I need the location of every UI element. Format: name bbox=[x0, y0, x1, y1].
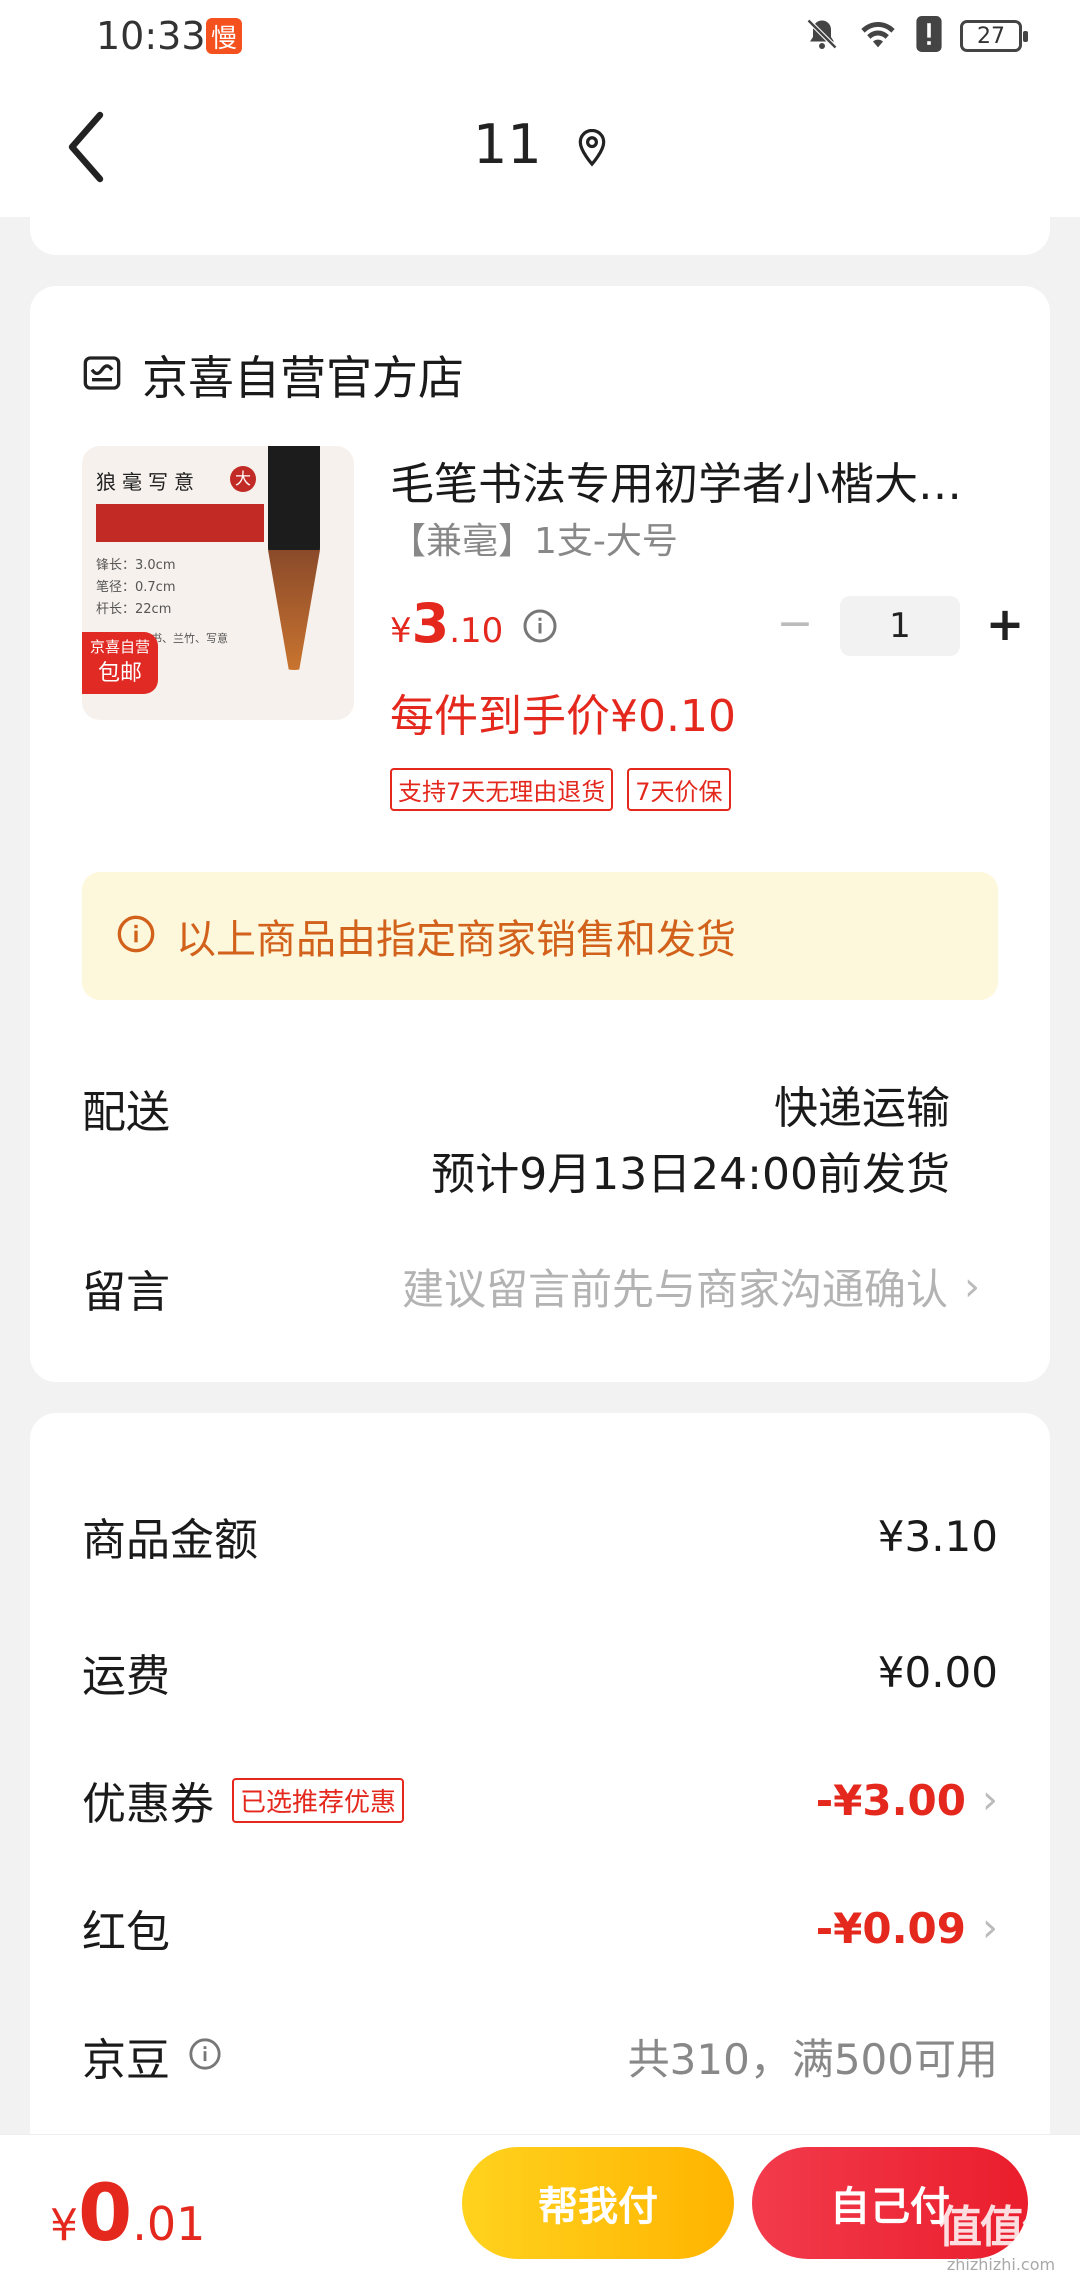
goods-amount-value: ¥3.10 bbox=[877, 1511, 998, 1561]
shop-order-card: 京喜自营官方店 狼毫写意 大 锋长：3.0cm 笔径：0.7cm 杆长：22cm… bbox=[30, 286, 1050, 1382]
status-time: 10:33 bbox=[96, 14, 206, 58]
coupon-recommend-tag: 已选推荐优惠 bbox=[232, 1777, 405, 1823]
free-shipping-badge: 京喜自营 包邮 bbox=[82, 632, 158, 694]
message-placeholder: 建议留言前先与商家沟通确认 bbox=[401, 1265, 948, 1314]
badge-line2: 包邮 bbox=[97, 661, 142, 686]
redpacket-value-group: -¥0.09 › bbox=[816, 1904, 998, 1953]
checkout-bar: ¥ 0 .01 帮我付 自己付 值值值 zhizhizhi.com bbox=[0, 2134, 1080, 2280]
coupon-value-group: -¥3.00 › bbox=[816, 1776, 998, 1825]
fee-summary-card: 商品金额 ¥3.10 运费 ¥0.00 优惠券 已选推荐优惠 -¥3.00 › … bbox=[30, 1413, 1050, 2173]
thumb-spec-3: 杆长：22cm bbox=[96, 602, 172, 617]
badge-line1: 京喜自营 bbox=[89, 638, 150, 656]
notice-text: 以上商品由指定商家销售和发货 bbox=[176, 917, 736, 963]
thumb-rating-strip bbox=[96, 504, 264, 542]
shipping-row: 运费 ¥0.00 bbox=[82, 1637, 998, 1707]
thumb-spec-2: 笔径：0.7cm bbox=[96, 580, 176, 595]
decrease-button[interactable]: − bbox=[760, 596, 830, 656]
chevron-right-icon: › bbox=[982, 1777, 998, 1823]
info-icon bbox=[116, 914, 156, 958]
shop-name: 京喜自营官方店 bbox=[142, 351, 464, 405]
unit-final-price: 每件到手价¥0.10 bbox=[390, 691, 736, 742]
price-info-icon[interactable] bbox=[522, 608, 558, 648]
coupon-row[interactable]: 优惠券 已选推荐优惠 -¥3.00 › bbox=[82, 1765, 998, 1835]
redpacket-value: -¥0.09 bbox=[815, 1903, 966, 1953]
top-nav: 11 bbox=[0, 75, 1080, 217]
goods-amount-label: 商品金额 bbox=[82, 1515, 258, 1566]
quantity-field[interactable]: 1 bbox=[840, 596, 960, 656]
price-decimal: .10 bbox=[449, 611, 504, 651]
shipping-value: ¥0.00 bbox=[877, 1647, 998, 1697]
status-bar: 10:33 慢 27 bbox=[0, 0, 1080, 75]
total-decimal: .01 bbox=[132, 2197, 206, 2251]
quantity-stepper: − 1 + bbox=[760, 596, 1040, 656]
jingdou-info-icon[interactable] bbox=[188, 2031, 222, 2082]
thumb-size-badge: 大 bbox=[230, 466, 256, 492]
jingdou-label: 京豆 bbox=[82, 2035, 170, 2086]
price-integer: 3 bbox=[411, 592, 450, 655]
chevron-right-icon: › bbox=[982, 1905, 998, 1951]
wifi-icon bbox=[858, 16, 898, 56]
product-spec[interactable]: 【兼毫】1支-大号 bbox=[390, 512, 678, 564]
total-price: ¥ 0 .01 bbox=[50, 2169, 205, 2259]
shipping-label: 运费 bbox=[82, 1651, 170, 1702]
address-title[interactable]: 11 bbox=[0, 113, 1080, 180]
message-input[interactable]: 建议留言前先与商家沟通确认 › bbox=[402, 1256, 980, 1317]
status-icons: 27 bbox=[804, 16, 1028, 56]
battery-icon: 27 bbox=[960, 20, 1028, 52]
thumb-title: 狼毫写意 bbox=[96, 470, 200, 494]
increase-button[interactable]: + bbox=[970, 596, 1040, 656]
alert-icon bbox=[916, 16, 942, 56]
total-symbol: ¥ bbox=[50, 2200, 78, 2251]
product-price: ¥ 3 .10 bbox=[390, 592, 503, 655]
shop-icon bbox=[82, 353, 122, 397]
jingdou-label-group: 京豆 bbox=[82, 2024, 222, 2088]
brush-tip bbox=[268, 550, 320, 670]
price-protect-tag: 7天价保 bbox=[627, 768, 731, 811]
return-policy-tag: 支持7天无理由退货 bbox=[390, 768, 614, 811]
total-integer: 0 bbox=[78, 2169, 133, 2259]
coupon-label-group: 优惠券 已选推荐优惠 bbox=[82, 1768, 405, 1832]
delivery-eta: 预计9月13日24:00前发货 bbox=[431, 1149, 950, 1200]
thumb-spec-1: 锋长：3.0cm bbox=[96, 558, 176, 573]
product-title[interactable]: 毛笔书法专用初学者小楷大楷狼毫写意 bbox=[390, 448, 990, 512]
product-image[interactable]: 狼毫写意 大 锋长：3.0cm 笔径：0.7cm 杆长：22cm 宜行楷、行书、… bbox=[82, 446, 354, 720]
shop-header[interactable]: 京喜自营官方店 bbox=[82, 342, 464, 408]
chevron-right-icon: › bbox=[964, 1263, 980, 1310]
brush-handle bbox=[268, 446, 320, 556]
redpacket-row[interactable]: 红包 -¥0.09 › bbox=[82, 1893, 998, 1963]
delivery-info[interactable]: 快递运输 预计9月13日24:00前发货 bbox=[431, 1076, 950, 1208]
message-label: 留言 bbox=[82, 1267, 170, 1318]
watermark: 值值值 zhizhizhi.com bbox=[938, 2191, 1066, 2274]
seller-notice: 以上商品由指定商家销售和发货 bbox=[82, 872, 998, 1000]
address-text: 11 bbox=[473, 113, 542, 176]
coupon-label: 优惠券 bbox=[82, 1779, 214, 1830]
previous-card-edge bbox=[30, 217, 1050, 255]
goods-amount-row: 商品金额 ¥3.10 bbox=[82, 1501, 998, 1571]
delivery-label: 配送 bbox=[82, 1087, 170, 1138]
jingdou-value: 共310，满500可用 bbox=[627, 2034, 998, 2084]
delivery-method: 快递运输 bbox=[774, 1083, 950, 1134]
watermark-logo: 值值值 bbox=[938, 2202, 1066, 2253]
service-tags: 支持7天无理由退货 7天价保 bbox=[390, 768, 731, 811]
coupon-value: -¥3.00 bbox=[815, 1775, 966, 1825]
watermark-url: zhizhizhi.com bbox=[946, 2255, 1056, 2274]
redpacket-label: 红包 bbox=[82, 1907, 170, 1958]
jingdou-row: 京豆 共310，满500可用 bbox=[82, 2021, 998, 2091]
price-symbol: ¥ bbox=[390, 611, 412, 651]
help-pay-button[interactable]: 帮我付 bbox=[462, 2147, 734, 2259]
slow-network-badge: 慢 bbox=[206, 18, 242, 54]
location-pin-icon bbox=[577, 117, 607, 180]
bell-muted-icon bbox=[804, 16, 840, 56]
